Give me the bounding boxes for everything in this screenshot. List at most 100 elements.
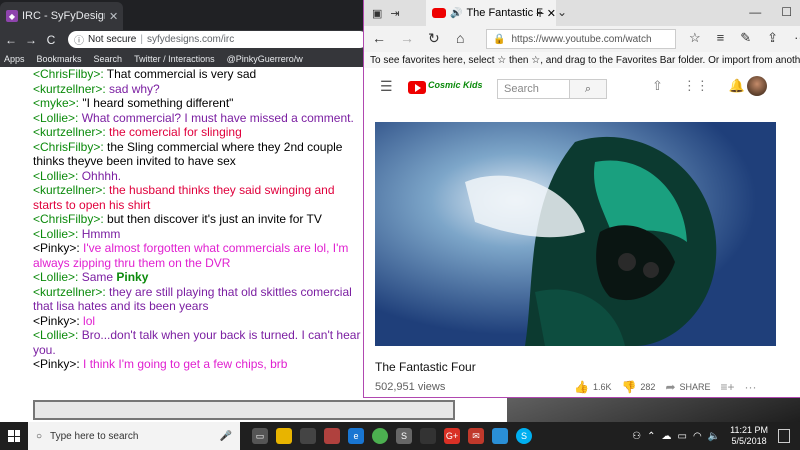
forward-arrow-icon[interactable]: →: [400, 30, 414, 46]
bell-icon[interactable]: 🔔: [729, 78, 745, 94]
mail-icon[interactable]: ✉: [468, 428, 484, 444]
forward-button[interactable]: →: [24, 33, 38, 47]
not-secure-label: Not secure: [88, 34, 137, 45]
app-icon-blue[interactable]: [492, 428, 508, 444]
back-button[interactable]: ←: [4, 33, 18, 47]
taskbar-search[interactable]: ○ Type here to search 🎤: [28, 422, 240, 450]
start-button[interactable]: [0, 422, 28, 450]
chat-message: Bro...don't talk when your back is turne…: [33, 328, 361, 357]
thumbs-down-icon: 👎: [621, 380, 637, 394]
battery-icon[interactable]: ▭: [678, 431, 687, 442]
people-icon[interactable]: ⚇: [632, 431, 641, 442]
minimize-button[interactable]: —: [749, 5, 761, 19]
chat-line: <kurtzellner>: the husband thinks they s…: [33, 183, 363, 212]
share-button[interactable]: ➦ SHARE: [665, 380, 710, 394]
chrome-icon[interactable]: [372, 428, 388, 444]
more-actions-button[interactable]: ···: [745, 380, 757, 394]
chat-nick: <kurtzellner>:: [33, 284, 106, 299]
chat-nick: <kurtzellner>:: [33, 183, 106, 197]
window-controls: — ☐: [749, 5, 792, 19]
refresh-icon[interactable]: ↻: [428, 30, 440, 47]
close-tab-icon[interactable]: ✕: [547, 7, 556, 20]
chat-input-field[interactable]: [33, 400, 455, 420]
chat-line: <Lollie>: Ohhhh.: [33, 169, 363, 184]
chat-message: but then discover it's just an invite fo…: [103, 212, 322, 226]
app-icon-s[interactable]: S: [396, 428, 412, 444]
video-title: The Fantastic Four: [375, 360, 476, 374]
chat-nick: <Lollie>:: [33, 328, 79, 342]
app-icon-dark[interactable]: [420, 428, 436, 444]
youtube-favicon-icon: [432, 8, 446, 18]
edge-window: ▣ ⇥ 🔊 The Fantastic Four - ✕ + ⌄ — ☐ ← →…: [363, 0, 800, 398]
bookmark-twitter[interactable]: Twitter / Interactions: [134, 54, 215, 64]
new-tab-button[interactable]: +: [536, 5, 544, 21]
chat-message: the comercial for slinging: [105, 125, 242, 139]
search-button[interactable]: ⌕: [569, 79, 607, 99]
chat-nick: <Pinky>:: [33, 313, 80, 328]
cloud-icon[interactable]: ☁: [662, 431, 672, 442]
volume-icon[interactable]: 🔈: [708, 431, 720, 442]
microphone-icon[interactable]: 🎤: [220, 431, 232, 442]
chat-line: <kurtzellner>: sad why?: [33, 82, 363, 97]
speaker-icon[interactable]: 🔊: [450, 8, 462, 19]
add-to-playlist-button[interactable]: ≡+: [721, 380, 735, 394]
favorite-star-icon[interactable]: ☆: [689, 30, 701, 46]
edge-window-icons: ▣ ⇥: [364, 7, 400, 20]
wifi-icon[interactable]: ◠: [693, 431, 702, 442]
more-icon[interactable]: ···: [794, 30, 800, 46]
google-plus-icon[interactable]: G+: [444, 428, 460, 444]
bookmark-bookmarks[interactable]: Bookmarks: [37, 54, 82, 64]
tab-preview-icon[interactable]: ▣: [372, 7, 382, 20]
chat-message: "I heard something different": [79, 96, 234, 110]
info-icon[interactable]: ⓘ: [74, 32, 84, 47]
set-aside-tabs-icon[interactable]: ⇥: [390, 7, 399, 20]
taskbar: ○ Type here to search 🎤 ▭ e S G+ ✉ S ⚇ ⌃…: [0, 422, 800, 450]
upload-icon[interactable]: ⇧: [652, 78, 663, 94]
home-icon[interactable]: ⌂: [456, 30, 464, 46]
youtube-logo-icon[interactable]: [408, 81, 426, 94]
chat-nick: <Lollie>:: [33, 226, 79, 241]
chat-line: <ChrisFilby>: the Sling commercial where…: [33, 140, 363, 169]
pen-icon[interactable]: ✎: [740, 30, 751, 46]
file-explorer-icon[interactable]: [276, 428, 292, 444]
edge-tab-title: The Fantastic Four -: [466, 7, 543, 19]
edge-icon[interactable]: e: [348, 428, 364, 444]
like-count: 1.6K: [592, 382, 612, 392]
app-icon-red[interactable]: [324, 428, 340, 444]
share-icon[interactable]: ⇪: [767, 30, 778, 46]
chat-line: <Lollie>: Same Pinky: [33, 270, 363, 285]
chat-mention: Pinky: [116, 270, 149, 284]
reload-button[interactable]: C: [44, 33, 58, 47]
bookmark-apps[interactable]: Apps: [4, 54, 25, 64]
share-label: SHARE: [679, 382, 711, 392]
close-tab-icon[interactable]: ✕: [109, 10, 123, 23]
skype-icon[interactable]: S: [516, 428, 532, 444]
dislike-button[interactable]: 👎 282: [621, 380, 655, 394]
edge-address-bar[interactable]: 🔒 https://www.youtube.com/watch: [486, 29, 676, 49]
like-button[interactable]: 👍 1.6K: [574, 380, 611, 394]
bookmark-search[interactable]: Search: [94, 54, 123, 64]
edge-address-row: ← → ↻ ⌂ 🔒 https://www.youtube.com/watch …: [364, 26, 800, 52]
chevron-up-icon[interactable]: ⌃: [647, 431, 655, 442]
clock[interactable]: 11:21 PM 5/5/2018: [730, 425, 768, 447]
tab-list-chevron-icon[interactable]: ⌄: [557, 5, 567, 19]
terminal-icon[interactable]: [300, 428, 316, 444]
task-view-icon[interactable]: ▭: [252, 428, 268, 444]
favorites-hint: To see favorites here, select ☆ then ☆, …: [364, 52, 800, 68]
bookmark-pinky[interactable]: @PinkyGuerrero/w: [227, 54, 303, 64]
notifications-icon[interactable]: [778, 429, 790, 443]
back-arrow-icon[interactable]: ←: [372, 30, 386, 46]
chat-nick: <Pinky>:: [33, 241, 80, 255]
hub-icon[interactable]: ≡: [717, 30, 725, 46]
chrome-address-bar[interactable]: ⓘ Not secure | syfydesigns.com/irc: [68, 31, 368, 48]
chat-message: I've almost forgotten what commercials a…: [33, 241, 349, 270]
more-dots-icon: ···: [744, 380, 757, 394]
hamburger-menu-icon[interactable]: ☰: [380, 78, 393, 95]
user-avatar[interactable]: [747, 76, 767, 96]
apps-grid-icon[interactable]: ⋮⋮: [683, 78, 709, 94]
video-player[interactable]: [375, 122, 776, 346]
playlist-add-icon: ≡+: [720, 380, 735, 394]
chrome-tab-irc[interactable]: ◆ IRC - SyFyDesigns.com ✕: [0, 2, 123, 30]
maximize-button[interactable]: ☐: [781, 5, 792, 19]
search-circle-icon: ○: [36, 430, 43, 442]
